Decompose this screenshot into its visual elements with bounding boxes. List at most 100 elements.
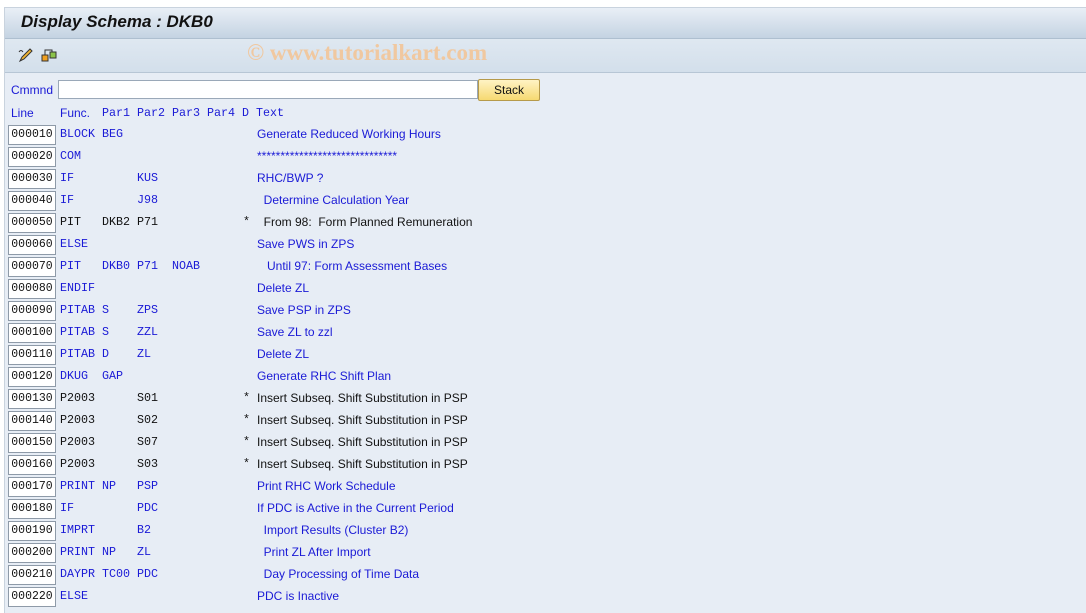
text-cell: Determine Calculation Year — [257, 193, 410, 207]
line-number-field[interactable]: 000200 — [8, 543, 56, 563]
line-number-field[interactable]: 000180 — [8, 499, 56, 519]
par2-cell: S07 — [137, 435, 159, 449]
table-row: 000140 P2003 S02 * Insert Subseq. Shift Subs… — [5, 411, 1086, 431]
text-cell: Import Results (Cluster B2) — [257, 523, 409, 537]
command-input[interactable] — [58, 80, 478, 99]
par1-cell: TC00 — [102, 567, 131, 581]
column-header-line: Line — [11, 106, 34, 120]
column-header-d: D — [242, 106, 250, 120]
d-cell: * — [243, 457, 251, 471]
page-title: Display Schema : DKB0 — [21, 12, 213, 31]
text-cell: Delete ZL — [257, 347, 310, 361]
par1-cell: BEG — [102, 127, 124, 141]
text-cell: ****************************** — [257, 149, 398, 163]
func-cell: P2003 — [60, 457, 96, 471]
column-header-par2: Par2 — [137, 106, 166, 120]
line-number-field[interactable]: 000120 — [8, 367, 56, 387]
line-number-field[interactable]: 000090 — [8, 301, 56, 321]
line-number-field[interactable]: 000140 — [8, 411, 56, 431]
line-number-field[interactable]: 000110 — [8, 345, 56, 365]
par2-cell: S03 — [137, 457, 159, 471]
func-cell: PITAB — [60, 325, 96, 339]
line-number-field[interactable]: 000010 — [8, 125, 56, 145]
line-number-field[interactable]: 000170 — [8, 477, 56, 497]
line-number-field[interactable]: 000220 — [8, 587, 56, 607]
text-cell: Print ZL After Import — [257, 545, 371, 559]
column-header-par1: Par1 — [102, 106, 131, 120]
table-row: 000130 P2003 S01 * Insert Subseq. Shift Subs… — [5, 389, 1086, 409]
par1-cell: NP — [102, 545, 117, 559]
change-edit-icon[interactable] — [17, 46, 35, 64]
column-header-text: Text — [256, 106, 285, 120]
func-cell: PIT — [60, 215, 82, 229]
func-cell: ELSE — [60, 589, 89, 603]
table-row: 000070 PIT DKB0 P71 NOAB Until 97: Form Asse… — [5, 257, 1086, 277]
schema-window: Display Schema : DKB0 © www.tutorialkart… — [4, 7, 1086, 613]
line-number-field[interactable]: 000210 — [8, 565, 56, 585]
par1-cell: GAP — [102, 369, 124, 383]
table-row: 000220 ELSE PDC is Inactive — [5, 587, 1086, 607]
watermark: © www.tutorialkart.com — [247, 40, 488, 65]
line-number-field[interactable]: 000190 — [8, 521, 56, 541]
line-number-field[interactable]: 000030 — [8, 169, 56, 189]
column-header-par4: Par4 — [207, 106, 236, 120]
line-number-field[interactable]: 000160 — [8, 455, 56, 475]
par1-cell: NP — [102, 479, 117, 493]
par2-cell: ZL — [137, 545, 152, 559]
par2-cell: S02 — [137, 413, 159, 427]
stack-button[interactable]: Stack — [478, 79, 540, 101]
par2-cell: KUS — [137, 171, 159, 185]
line-number-field[interactable]: 000130 — [8, 389, 56, 409]
par2-cell: P71 — [137, 215, 159, 229]
func-cell: PIT — [60, 259, 82, 273]
par2-cell: S01 — [137, 391, 159, 405]
text-cell: Save PSP in ZPS — [257, 303, 351, 317]
line-number-field[interactable]: 000100 — [8, 323, 56, 343]
table-row: 000020 COM ****************************** — [5, 147, 1086, 167]
table-row: 000110 PITAB D ZL Delete ZL — [5, 345, 1086, 365]
func-cell: P2003 — [60, 391, 96, 405]
d-cell: * — [243, 391, 251, 405]
text-cell: Print RHC Work Schedule — [257, 479, 396, 493]
d-cell: * — [243, 215, 251, 229]
par2-cell: ZZL — [137, 325, 159, 339]
func-cell: IF — [60, 501, 75, 515]
table-row: 000060 ELSE Save PWS in ZPS — [5, 235, 1086, 255]
text-cell: From 98: Form Planned Remuneration — [257, 215, 473, 229]
table-row: 000030 IF KUS RHC/BWP ? — [5, 169, 1086, 189]
text-cell: PDC is Inactive — [257, 589, 340, 603]
table-row: 000170 PRINT NP PSP Print RHC Work Schedule — [5, 477, 1086, 497]
command-label: Cmmnd — [11, 83, 54, 97]
table-row: 000210 DAYPR TC00 PDC Day Processing of Tim… — [5, 565, 1086, 585]
par2-cell: ZL — [137, 347, 152, 361]
line-number-field[interactable]: 000040 — [8, 191, 56, 211]
func-cell: IMPRT — [60, 523, 96, 537]
text-cell: Insert Subseq. Shift Substitution in PSP — [257, 413, 468, 427]
table-row: 000190 IMPRT B2 Import Results (Cluster B2… — [5, 521, 1086, 541]
func-cell: ELSE — [60, 237, 89, 251]
toolbar: © www.tutorialkart.com — [5, 39, 1086, 73]
table-row: 000010 BLOCK BEG Generate Reduced Working H… — [5, 125, 1086, 145]
table-row: 000120 DKUG GAP Generate RHC Shift Plan — [5, 367, 1086, 387]
d-cell: * — [243, 435, 251, 449]
line-number-field[interactable]: 000080 — [8, 279, 56, 299]
table-row: 000180 IF PDC If PDC is Active in the Curre… — [5, 499, 1086, 519]
line-number-field[interactable]: 000150 — [8, 433, 56, 453]
par2-cell: PDC — [137, 501, 159, 515]
line-number-field[interactable]: 000020 — [8, 147, 56, 167]
text-cell: Generate RHC Shift Plan — [257, 369, 392, 383]
par1-cell: DKB2 — [102, 215, 131, 229]
line-number-field[interactable]: 000050 — [8, 213, 56, 233]
func-cell: DKUG — [60, 369, 89, 383]
text-cell: Insert Subseq. Shift Substitution in PSP — [257, 435, 468, 449]
text-cell: RHC/BWP ? — [257, 171, 324, 185]
table-row: 000150 P2003 S07 * Insert Subseq. Shift Subs… — [5, 433, 1086, 453]
table-row: 000040 IF J98 Determine Calculation Year — [5, 191, 1086, 211]
func-cell: COM — [60, 149, 82, 163]
par2-cell: PDC — [137, 567, 159, 581]
hierarchy-icon[interactable] — [40, 46, 58, 64]
line-number-field[interactable]: 000070 — [8, 257, 56, 277]
line-number-field[interactable]: 000060 — [8, 235, 56, 255]
column-header-func: Func. — [60, 106, 91, 120]
par2-cell: J98 — [137, 193, 159, 207]
